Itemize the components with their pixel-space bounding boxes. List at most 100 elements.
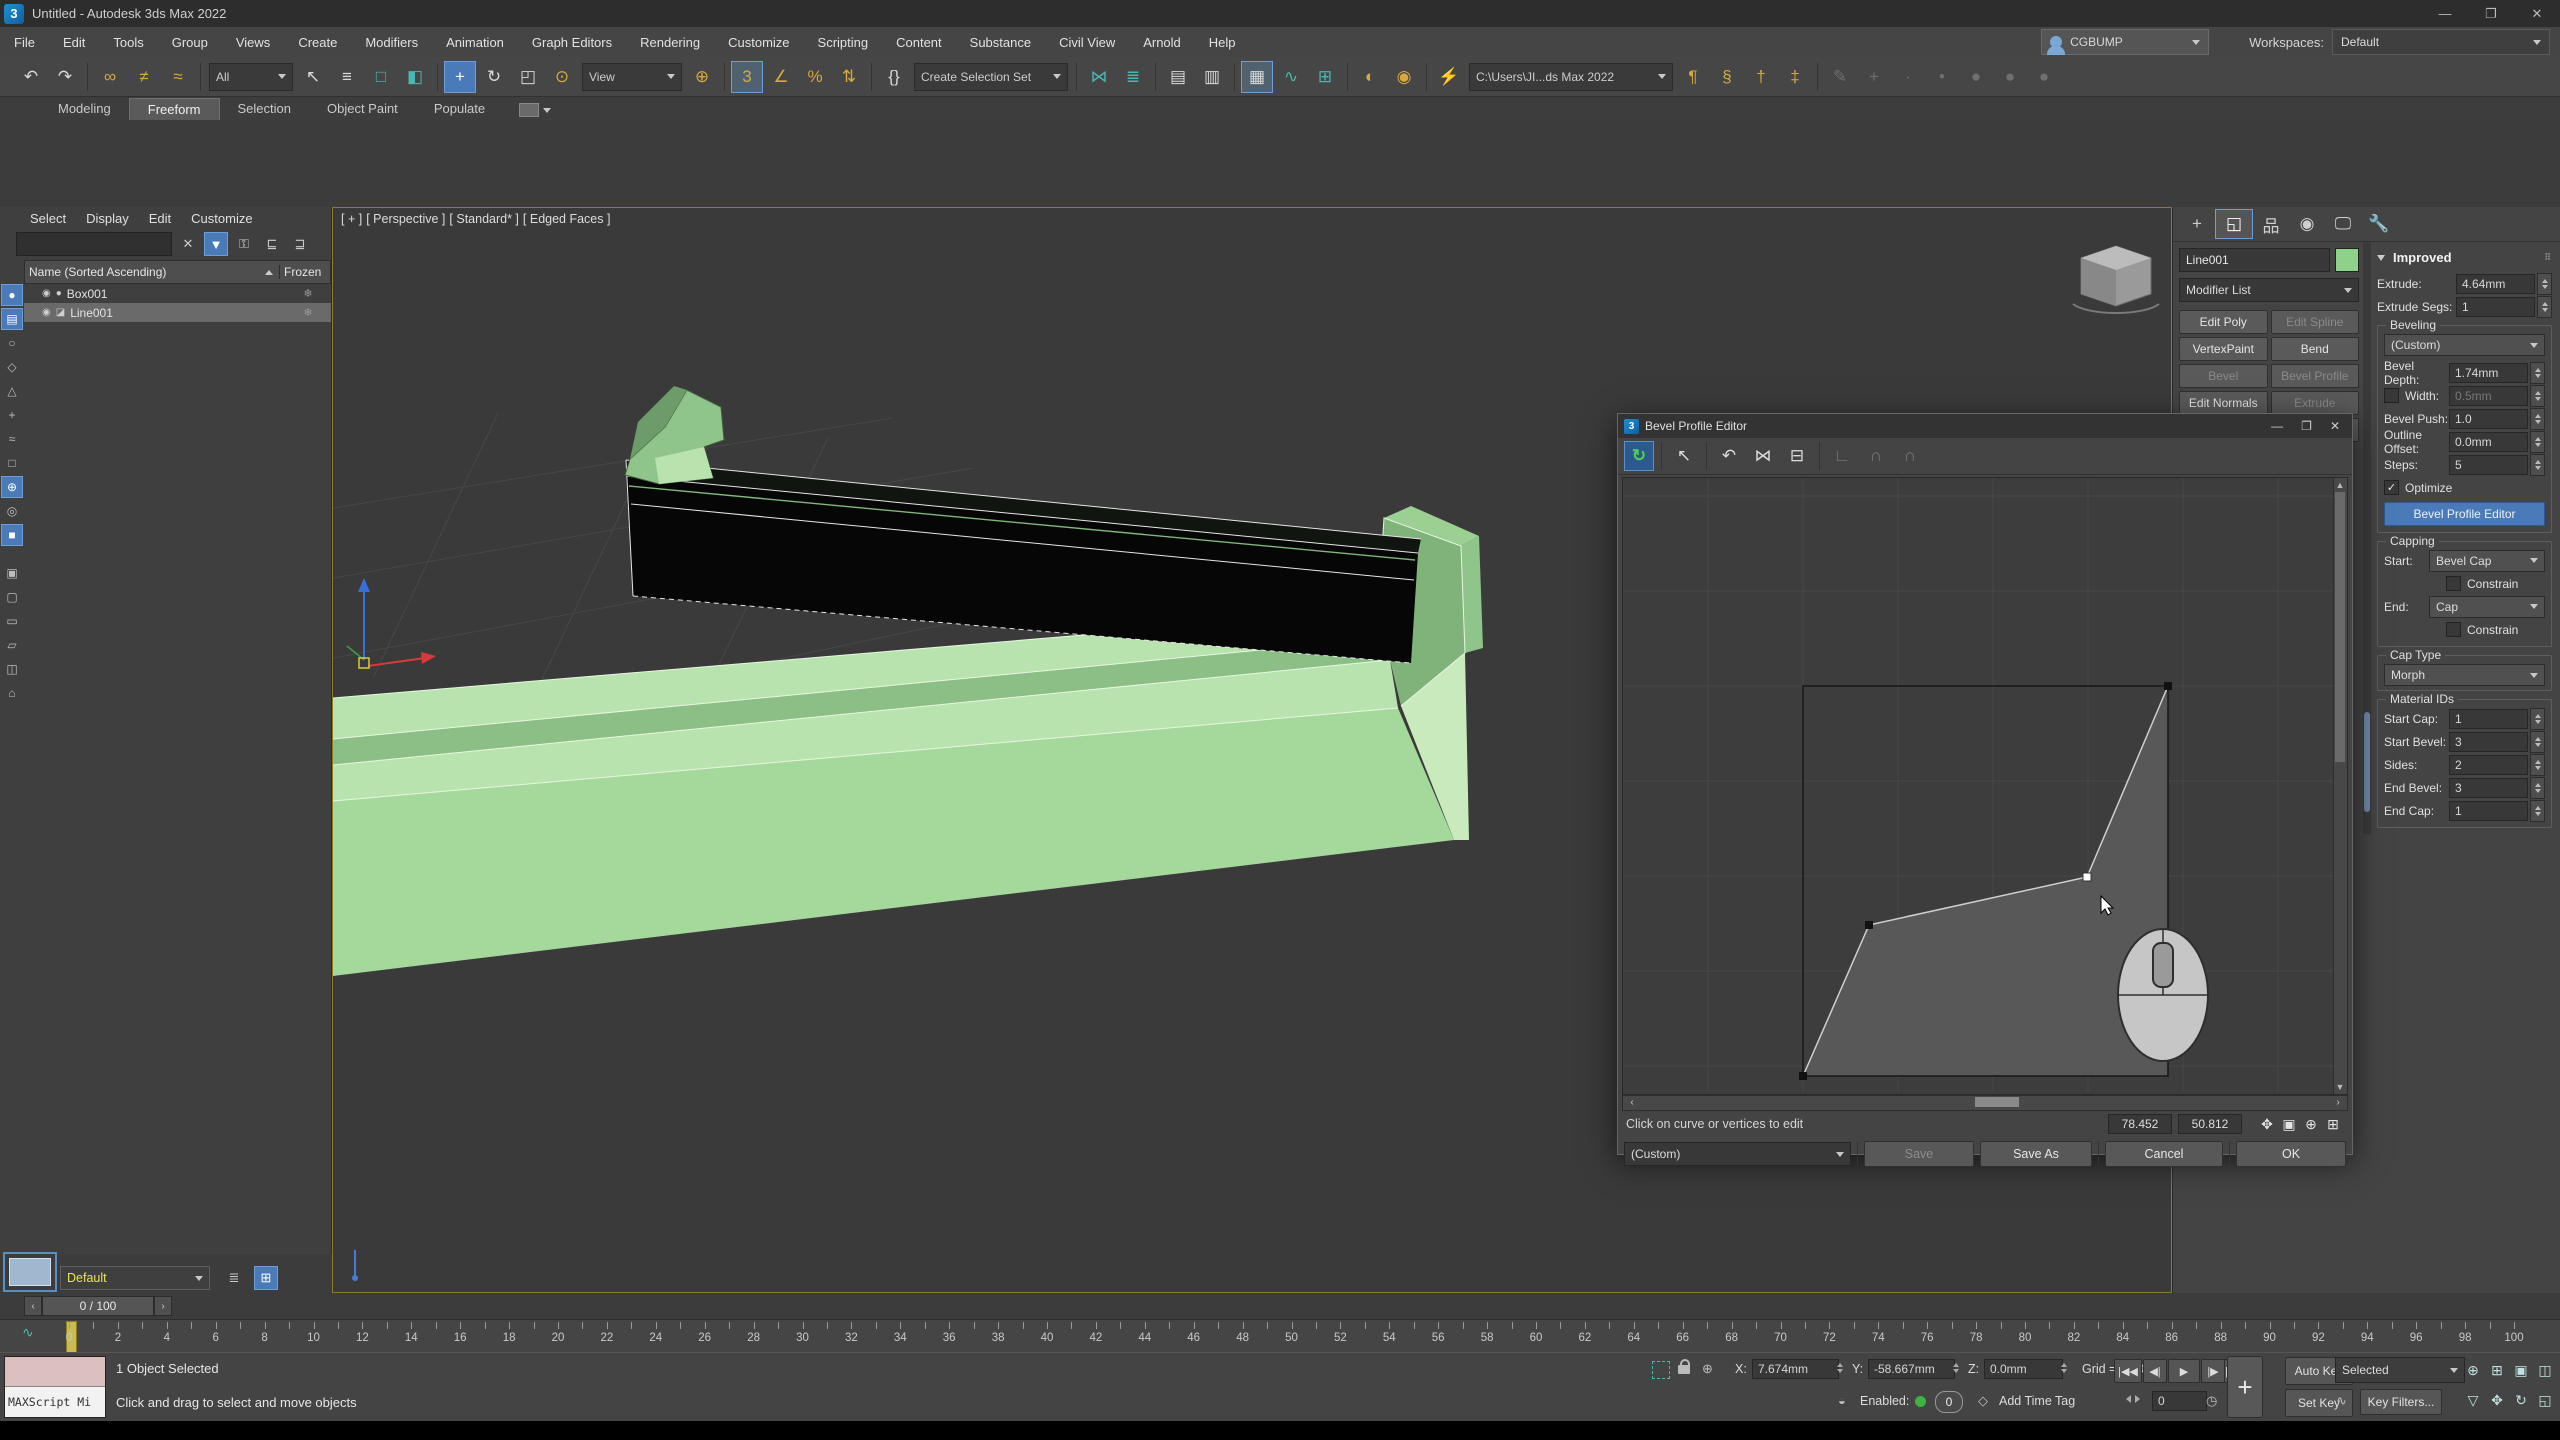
- select-and-rotate-icon[interactable]: ↻: [478, 61, 510, 93]
- current-frame-field[interactable]: 0: [2152, 1391, 2207, 1411]
- viewport-label-segment[interactable]: [ Standard* ]: [449, 212, 519, 226]
- bevel-push-spinner[interactable]: [2530, 408, 2545, 430]
- start-bevel-field[interactable]: 3: [2449, 732, 2528, 752]
- outline-offset-field[interactable]: 0.0mm: [2449, 432, 2528, 452]
- table-row[interactable]: ◉ ◪ Line001 ❄: [24, 303, 331, 322]
- select-by-name-icon[interactable]: ≡: [331, 61, 363, 93]
- hierarchy-tab[interactable]: 品: [2253, 210, 2289, 238]
- object-color-swatch[interactable]: [2335, 248, 2359, 272]
- explorer-tool-3-icon[interactable]: ▭: [1, 610, 23, 632]
- column-header-name[interactable]: Name (Sorted Ascending): [25, 265, 279, 279]
- optimize-checkbox[interactable]: ✓: [2384, 480, 2399, 495]
- scrollbar-thumb[interactable]: [2364, 712, 2370, 812]
- bevel-profile-editor-button[interactable]: Bevel Profile Editor: [2384, 502, 2545, 526]
- frame-step-arrows[interactable]: [2120, 1389, 2146, 1409]
- end-bevel-field[interactable]: 3: [2449, 778, 2528, 798]
- end-cap-spinner[interactable]: [2530, 800, 2545, 822]
- black-beam-selected-object[interactable]: [626, 460, 1421, 663]
- ribbon-tab[interactable]: Freeform: [129, 98, 220, 120]
- named-selection-sets-dropdown[interactable]: Create Selection Set: [914, 63, 1068, 91]
- scrollbar-thumb[interactable]: [2335, 492, 2345, 762]
- track-bar[interactable]: ∿ 02468101214161820222426283032343638404…: [0, 1319, 2560, 1354]
- isolate-selection-icon[interactable]: [1652, 1361, 1670, 1379]
- end-cap-dropdown[interactable]: Cap: [2429, 596, 2545, 618]
- previous-frame-button[interactable]: ◀|: [2143, 1359, 2167, 1383]
- select-and-place-icon[interactable]: ⊙: [546, 61, 578, 93]
- horizontal-scrollbar[interactable]: ‹ ›: [1622, 1095, 2348, 1111]
- modifier-button[interactable]: Edit Normals: [2179, 391, 2268, 415]
- vertical-scrollbar[interactable]: ▲ ▼: [2333, 478, 2347, 1094]
- user-account-dropdown[interactable]: CGBUMP: [2041, 29, 2209, 55]
- add-time-tag[interactable]: Add Time Tag: [1999, 1394, 2075, 1408]
- time-configuration-icon[interactable]: ◷: [2206, 1393, 2217, 1409]
- start-cap-dropdown[interactable]: Bevel Cap: [2429, 550, 2545, 572]
- menu-item[interactable]: Scripting: [804, 27, 883, 57]
- sides-spinner[interactable]: [2530, 754, 2545, 776]
- menu-item[interactable]: Views: [222, 27, 284, 57]
- zoom-extents-all-icon[interactable]: ◫: [2534, 1359, 2556, 1381]
- modifier-button[interactable]: Edit Poly: [2179, 310, 2268, 334]
- angle-snap-toggle-icon[interactable]: ∠: [765, 61, 797, 93]
- profile-vertex[interactable]: [2164, 682, 2172, 690]
- viewcube[interactable]: [2073, 246, 2159, 313]
- z-spinner[interactable]: [2058, 1358, 2069, 1378]
- pan-view-icon[interactable]: ✥: [2486, 1389, 2508, 1411]
- project-folder-dropdown[interactable]: C:\Users\JI...ds Max 2022: [1469, 63, 1673, 91]
- zoom-extents-icon[interactable]: ▣: [2510, 1359, 2532, 1381]
- display-geometry-filter-icon[interactable]: ▤: [1, 308, 23, 330]
- scroll-down-icon[interactable]: ▼: [2334, 1081, 2346, 1093]
- menu-item[interactable]: Rendering: [626, 27, 714, 57]
- viewport-label-segment[interactable]: [ + ]: [341, 212, 362, 226]
- ribbon-config-dropdown[interactable]: [519, 103, 551, 120]
- pan-profile-icon[interactable]: ✥: [2256, 1113, 2278, 1135]
- save-as-button[interactable]: Save As: [1980, 1141, 2092, 1167]
- clear-search-icon[interactable]: ✕: [176, 232, 200, 256]
- workspace-dropdown[interactable]: Default: [2332, 29, 2550, 55]
- maxscript-mini-listener[interactable]: MAXScript Mi: [4, 1356, 106, 1418]
- menu-item[interactable]: Content: [882, 27, 956, 57]
- display-shapes-filter-icon[interactable]: ○: [1, 332, 23, 354]
- dialog-close-button[interactable]: ✕: [2330, 419, 2340, 433]
- key-filters-button[interactable]: Key Filters...: [2360, 1389, 2442, 1415]
- pick-children-icon[interactable]: ⊒: [288, 232, 312, 256]
- lock-explorer-icon[interactable]: ⚿: [232, 232, 256, 256]
- explorer-tool-4-icon[interactable]: ▱: [1, 634, 23, 656]
- explorer-menu-item[interactable]: Customize: [191, 211, 252, 226]
- steps-spinner[interactable]: [2530, 454, 2545, 476]
- rollout-header[interactable]: Improved ⠿: [2377, 250, 2552, 265]
- orbit-icon[interactable]: ↻: [2510, 1389, 2532, 1411]
- scene-script-nodes-icon[interactable]: ‡: [1779, 61, 1811, 93]
- display-lights-filter-icon[interactable]: ◇: [1, 356, 23, 378]
- delete-vertex-icon[interactable]: ↖: [1669, 441, 1699, 471]
- visibility-eye-icon[interactable]: ◉: [42, 307, 51, 318]
- viewport-label-segment[interactable]: [ Perspective ]: [366, 212, 445, 226]
- percent-snap-toggle-icon[interactable]: %: [799, 61, 831, 93]
- spinner-snap-toggle-icon[interactable]: ⇅: [833, 61, 865, 93]
- profile-vertex[interactable]: [1799, 1072, 1807, 1080]
- motion-tab[interactable]: ◉: [2289, 210, 2325, 238]
- bevel-depth-field[interactable]: 1.74mm: [2449, 363, 2528, 383]
- visibility-eye-icon[interactable]: ◉: [42, 288, 51, 299]
- modifier-button[interactable]: VertexPaint: [2179, 337, 2268, 361]
- selection-lock-icon[interactable]: [1678, 1365, 1690, 1374]
- explorer-menu-item[interactable]: Select: [30, 211, 66, 226]
- table-row[interactable]: ◉ ● Box001 ❄: [24, 284, 331, 303]
- end-cap-field[interactable]: 1: [2449, 801, 2528, 821]
- scrollbar-thumb[interactable]: [1975, 1097, 2019, 1107]
- start-cap-field[interactable]: 1: [2449, 709, 2528, 729]
- scroll-right-icon[interactable]: ›: [2331, 1096, 2345, 1108]
- utilities-tab[interactable]: 🔧: [2361, 210, 2397, 238]
- modify-tab[interactable]: ◱: [2215, 209, 2253, 239]
- menu-item[interactable]: Graph Editors: [518, 27, 626, 57]
- y-coordinate-field[interactable]: -58.667mm: [1868, 1359, 1955, 1379]
- modifier-button[interactable]: Extrude: [2271, 391, 2360, 415]
- material-editor-icon[interactable]: ◐: [1354, 61, 1386, 93]
- explorer-menu-item[interactable]: Edit: [149, 211, 171, 226]
- display-spacewarps-filter-icon[interactable]: ≈: [1, 428, 23, 450]
- y-spinner[interactable]: [1950, 1358, 1961, 1378]
- display-bones-filter-icon[interactable]: ■: [1, 524, 23, 546]
- set-keys-button[interactable]: +: [2227, 1356, 2263, 1418]
- frozen-cell[interactable]: ❄: [285, 306, 331, 319]
- layer-manager-icon[interactable]: ≣: [222, 1266, 246, 1290]
- render-production-icon[interactable]: ⚡: [1433, 61, 1465, 93]
